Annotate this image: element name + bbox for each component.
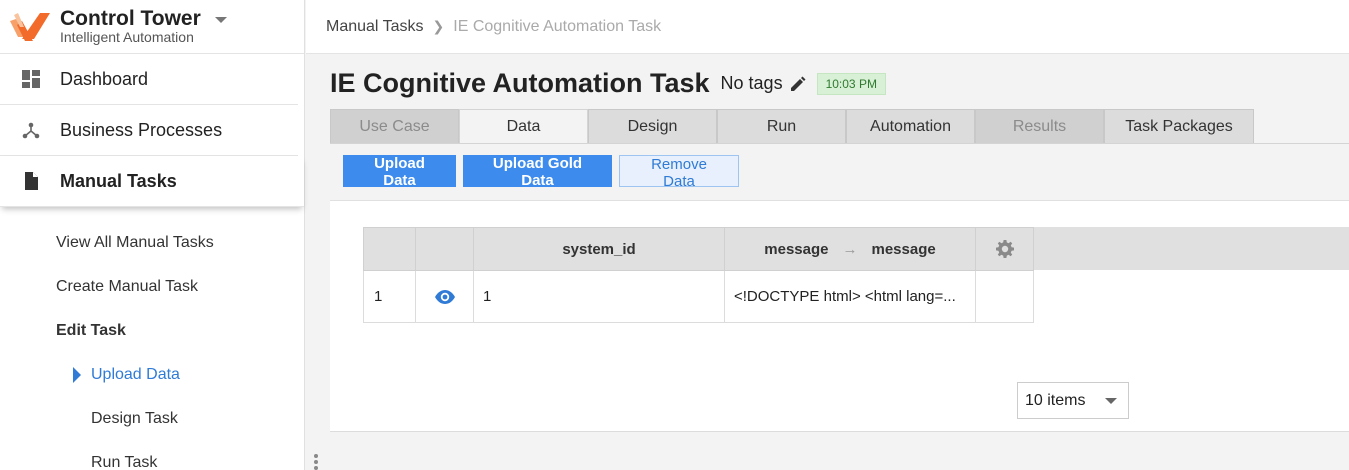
upload-gold-data-button[interactable]: Upload Gold Data [463, 155, 612, 189]
sub-item-run-task[interactable]: Run Task [0, 441, 304, 470]
gear-icon[interactable] [995, 239, 1015, 259]
brand-title: Control Tower [60, 7, 201, 30]
nav-item-business-processes[interactable]: Business Processes [0, 105, 298, 156]
page-title: IE Cognitive Automation Task [330, 68, 710, 98]
chevron-down-icon [1105, 398, 1117, 404]
column-header-label: message [871, 240, 936, 258]
sub-item-create-manual-task[interactable]: Create Manual Task [0, 265, 304, 309]
row-view-cell[interactable] [415, 270, 474, 323]
control-tower-logo-icon [10, 12, 50, 41]
brand-header[interactable]: Control Tower Intelligent Automation [0, 0, 304, 54]
data-toolbar: Upload Data Upload Gold Data Remove Data [330, 143, 1349, 201]
column-settings[interactable] [975, 227, 1034, 271]
breadcrumb: Manual Tasks ❯ IE Cognitive Automation T… [306, 0, 1349, 54]
column-header-label: system_id [562, 240, 636, 258]
title-row: IE Cognitive Automation Task No tags 10:… [330, 68, 886, 99]
sub-item-view-all-manual-tasks[interactable]: View All Manual Tasks [0, 221, 304, 265]
eye-icon[interactable] [434, 289, 456, 305]
breadcrumb-manual-tasks[interactable]: Manual Tasks [326, 18, 424, 36]
sub-item-upload-data[interactable]: Upload Data [0, 353, 304, 397]
cell-empty [975, 270, 1034, 323]
main-content: IE Cognitive Automation Task No tags 10:… [330, 54, 1349, 470]
nav-item-label: Business Processes [60, 119, 223, 140]
grid-header-filler [1034, 227, 1349, 270]
tab-bar: Use Case Data Design Run Automation Resu… [330, 109, 1254, 144]
tab-automation[interactable]: Automation [846, 109, 975, 144]
brand-dropdown-icon[interactable] [214, 16, 227, 23]
resize-handle-icon[interactable] [313, 454, 319, 470]
table-row: 1 1 <!DOCTYPE html> <html lang=... [363, 270, 1034, 323]
page-size-value: 10 items [1025, 391, 1086, 409]
dashboard-icon [22, 70, 40, 88]
nav-item-label: Manual Tasks [60, 170, 177, 191]
tab-results[interactable]: Results [975, 109, 1104, 144]
sub-item-design-task[interactable]: Design Task [0, 397, 304, 441]
data-grid: system_id message → message 1 1 <!DOCTYP… [363, 227, 1034, 323]
arrow-right-icon: → [842, 240, 858, 258]
document-icon [25, 172, 38, 190]
data-grid-panel: system_id message → message 1 1 <!DOCTYP… [330, 201, 1349, 432]
column-header-view [415, 227, 474, 271]
process-icon [22, 122, 40, 139]
remove-data-button[interactable]: Remove Data [619, 155, 739, 190]
row-index: 1 [363, 270, 416, 323]
nav-item-manual-tasks[interactable]: Manual Tasks [0, 156, 304, 207]
column-header-message[interactable]: message → message [724, 227, 976, 271]
breadcrumb-current: IE Cognitive Automation Task [453, 17, 662, 35]
tab-use-case[interactable]: Use Case [330, 109, 459, 144]
nav-item-label: Dashboard [60, 68, 149, 89]
tab-design[interactable]: Design [588, 109, 717, 144]
nav-item-dashboard[interactable]: Dashboard [0, 54, 298, 105]
cell-system-id: 1 [473, 270, 725, 323]
sidebar: Control Tower Intelligent Automation Das… [0, 0, 305, 470]
time-badge: 10:03 PM [816, 72, 886, 95]
upload-data-button[interactable]: Upload Data [343, 155, 456, 189]
chevron-right-icon: ❯ [432, 18, 445, 34]
pencil-icon[interactable] [789, 75, 807, 93]
sub-item-edit-task[interactable]: Edit Task [0, 309, 304, 353]
brand-subtitle: Intelligent Automation [60, 29, 194, 45]
column-header-label: message [764, 240, 829, 258]
tab-task-packages[interactable]: Task Packages [1104, 109, 1254, 144]
column-header-index [363, 227, 416, 271]
cell-message: <!DOCTYPE html> <html lang=... [724, 270, 976, 323]
tab-data[interactable]: Data [459, 109, 588, 144]
tab-run[interactable]: Run [717, 109, 846, 144]
tags-label: No tags [720, 73, 783, 93]
column-header-system-id[interactable]: system_id [473, 227, 725, 271]
page-size-select[interactable]: 10 items [1017, 382, 1129, 419]
